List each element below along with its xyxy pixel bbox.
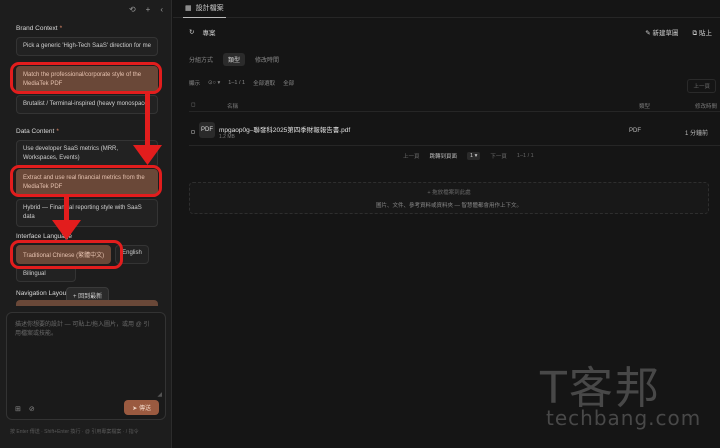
column-type[interactable]: 類型 <box>639 102 650 110</box>
select-all-link[interactable]: 全部選取 <box>253 79 275 87</box>
option-generic-saas[interactable]: Pick a generic 'High-Tech SaaS' directio… <box>16 37 158 56</box>
upload-button[interactable]: ⧉ 貼上 <box>693 27 712 38</box>
resize-handle-icon[interactable]: ◢ <box>157 391 162 398</box>
footer-note: 按 Enter 傳送 · Shift+Enter 換行 · @ 引用專案檔案 ·… <box>10 429 139 435</box>
dropzone-title: + 拖放檔案到此處 <box>427 190 471 196</box>
prev-page-button-top[interactable]: 上一頁 <box>687 79 716 93</box>
row-checkbox[interactable] <box>191 130 195 134</box>
pdf-file-icon: PDF <box>199 122 215 138</box>
highlight-data-option <box>10 165 162 197</box>
header-checkbox[interactable]: ◻ <box>191 102 196 108</box>
page-select[interactable]: 1 ▾ <box>467 152 481 160</box>
pager-count: 1–1 / 1 <box>516 153 534 159</box>
filter-modified[interactable]: 修改時間 <box>255 55 279 64</box>
tab-design-files[interactable]: ▦ 設計檔案 <box>183 0 226 18</box>
file-modified: 1 分鐘前 <box>685 131 709 137</box>
option-hybrid[interactable]: Hybrid — Financial reporting style with … <box>16 199 158 227</box>
plus-icon[interactable]: + <box>146 5 151 14</box>
column-modified[interactable]: 修改時間 <box>695 102 717 110</box>
filter-type[interactable]: 類型 <box>223 53 246 66</box>
jump-to-page-label: 跳轉到頁面 <box>429 154 458 160</box>
new-sketch-button[interactable]: ✎ 新建草圖 <box>645 27 678 38</box>
view-toggle[interactable]: ⊙○ ▾ <box>208 80 220 86</box>
watermark-url: techbang.com <box>546 406 702 430</box>
view-label: 顯示 <box>189 81 201 87</box>
file-type: PDF <box>629 128 641 134</box>
data-content-title: Data Content * <box>16 128 59 135</box>
table-row[interactable]: PDF mpgaop0g–聯發科2025第四季財報報告書.pdf 1.2 MB … <box>189 118 720 146</box>
composer-tools: ⊞ ⊘ <box>15 405 35 413</box>
highlight-brand-option <box>10 62 162 94</box>
navigation-layout-title: Navigation Layout <box>16 290 69 297</box>
option-brutalist[interactable]: Brutalist / Terminal-inspired (heavy mon… <box>16 95 158 114</box>
refresh-icon[interactable]: ↻ <box>189 28 194 36</box>
grid-icon[interactable]: ⊞ <box>15 405 21 413</box>
filter-group-by[interactable]: 分組方式 <box>189 55 213 64</box>
file-size: 1.2 MB <box>219 134 235 140</box>
files-toolbar: ↻ 專案 ✎ 新建草圖 ⧉ 貼上 <box>173 24 720 40</box>
send-button[interactable]: ➤ 傳送 <box>124 400 159 415</box>
table-header: ◻ 名稱 類型 修改時間 <box>189 100 720 112</box>
collapse-icon[interactable]: ‹ <box>160 5 163 14</box>
arrow-head-1 <box>133 145 162 165</box>
arrow-head-2 <box>52 220 81 240</box>
attach-icon[interactable]: ⊘ <box>29 405 35 413</box>
composer[interactable]: 描述你想要的設計 — 可貼上/拖入圖片，或用 @ 引用檔案或技能。 ◢ ⊞ ⊘ … <box>6 312 166 420</box>
brand-context-title: Brand Context * <box>16 25 63 32</box>
panel-header: ⟲ + ‹ <box>0 0 171 18</box>
tab-bar: ▦ 設計檔案 <box>173 0 720 18</box>
highlight-language-option <box>10 240 123 269</box>
navigation-option-partial[interactable] <box>16 300 158 306</box>
all-link[interactable]: 全部 <box>283 79 294 87</box>
file-name[interactable]: mpgaop0g–聯發科2025第四季財報報告書.pdf <box>219 124 350 134</box>
filter-bar: 分組方式 類型 修改時間 <box>189 53 279 66</box>
arrow-shaft-2 <box>64 197 69 222</box>
history-icon[interactable]: ⟲ <box>129 5 136 14</box>
grid-icon: ▦ <box>185 5 192 12</box>
pagination: 上一頁 跳轉到頁面 1 ▾ 下一頁 1–1 / 1 <box>403 152 534 160</box>
dropzone-hint: 圖片、文件、參考資料或資料夾 — 智慧體都會用作上下文。 <box>375 203 523 209</box>
composer-placeholder[interactable]: 描述你想要的設計 — 可貼上/拖入圖片，或用 @ 引用檔案或技能。 <box>15 321 155 339</box>
file-dropzone[interactable]: + 拖放檔案到此處 圖片、文件、參考資料或資料夾 — 智慧體都會用作上下文。 <box>189 182 709 214</box>
project-title: 專案 <box>202 30 216 37</box>
arrow-shaft-1 <box>145 94 150 150</box>
column-name[interactable]: 名稱 <box>227 102 238 110</box>
view-count: 1–1 / 1 <box>228 80 246 86</box>
view-bar: 顯示 ⊙○ ▾ 1–1 / 1 全部選取 全部 <box>189 79 294 87</box>
next-page-button[interactable]: 下一頁 <box>490 152 507 160</box>
prev-page-button[interactable]: 上一頁 <box>403 152 420 160</box>
